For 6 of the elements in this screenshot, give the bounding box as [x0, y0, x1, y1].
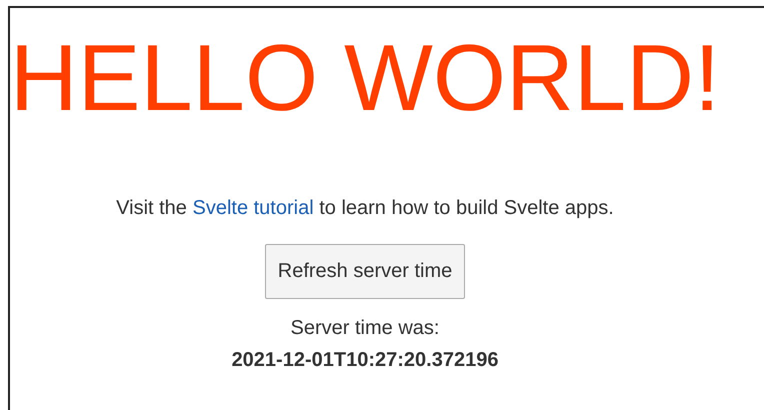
intro-sentence: Visit the Svelte tutorial to learn how to build Svelte apps.: [116, 197, 614, 220]
server-time-label: Server time was:: [290, 317, 440, 340]
refresh-button[interactable]: Refresh server time: [264, 244, 466, 300]
page-heading: HELLO WORLD!: [10, 26, 720, 130]
tutorial-link[interactable]: Svelte tutorial: [192, 197, 314, 220]
server-time-value: 2021-12-01T10:27:20.372196: [232, 349, 498, 372]
